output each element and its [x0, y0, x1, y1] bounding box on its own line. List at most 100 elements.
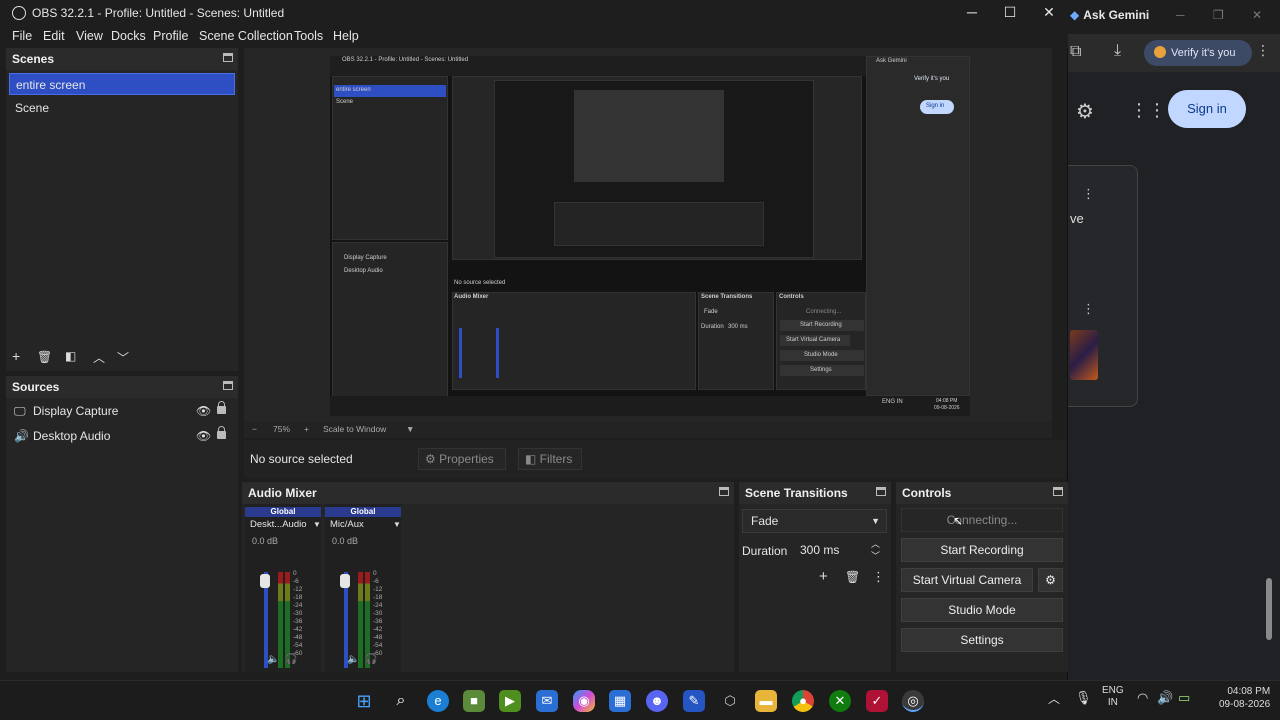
filter-icon[interactable]: ◧: [65, 349, 76, 363]
mute-speaker-icon[interactable]: 🔈: [267, 654, 279, 665]
trash-icon[interactable]: 🗑: [845, 570, 860, 584]
menu-file[interactable]: File: [12, 29, 32, 43]
chevron-down-icon[interactable]: ▼: [313, 520, 321, 529]
channel-group: Global: [325, 507, 401, 517]
headphones-icon[interactable]: 🎧: [365, 654, 377, 665]
dock-undock-icon[interactable]: [1053, 487, 1063, 496]
start-icon[interactable]: ⊞: [353, 690, 375, 712]
browser-minimize-icon[interactable]: ─: [1176, 8, 1185, 22]
trash-icon[interactable]: 🗑: [37, 350, 52, 364]
move-up-icon[interactable]: ︿: [93, 349, 105, 366]
unity-icon[interactable]: ⬡: [719, 690, 741, 712]
minimize-button[interactable]: ─: [957, 4, 987, 20]
nvidia-icon[interactable]: ▶: [499, 690, 521, 712]
outlook-icon[interactable]: ✉: [536, 690, 558, 712]
wifi-icon[interactable]: ◠: [1137, 690, 1148, 706]
chevron-up-icon[interactable]: ︿: [1048, 690, 1060, 707]
duration-spinbox[interactable]: 300 ms ︿ ﹀: [791, 538, 887, 562]
close-button[interactable]: ✕: [1034, 4, 1064, 21]
verify-button[interactable]: Verify it's you: [1144, 40, 1252, 66]
browser-restore-icon[interactable]: ❐: [1213, 8, 1224, 22]
volume-slider-handle[interactable]: [340, 574, 350, 588]
source-desktop-audio[interactable]: 🔊 Desktop Audio 👁: [10, 425, 234, 447]
spin-down-icon[interactable]: ﹀: [871, 545, 880, 567]
headphones-icon[interactable]: 🎧: [285, 654, 297, 665]
preview-canvas[interactable]: OBS 32.2.1 - Profile: Untitled - Scenes:…: [244, 48, 1052, 422]
video-thumbnail[interactable]: [1070, 330, 1098, 380]
discord-icon[interactable]: ☻: [646, 690, 668, 712]
menu-scene-collection[interactable]: Scene Collection: [199, 29, 293, 43]
chevron-down-icon[interactable]: ▼: [406, 424, 414, 434]
dock-undock-icon[interactable]: [223, 53, 233, 62]
menu-view[interactable]: View: [76, 29, 103, 43]
start-recording-button[interactable]: Start Recording: [901, 538, 1063, 562]
file-explorer-icon[interactable]: ▬: [755, 690, 777, 712]
properties-button[interactable]: ⚙ Properties: [418, 448, 506, 470]
channel-buttons: 🔈 🎧: [267, 654, 297, 665]
menu-edit[interactable]: Edit: [43, 29, 65, 43]
chevron-down-icon[interactable]: ▼: [393, 520, 401, 529]
extensions-icon[interactable]: ⧉: [1070, 43, 1081, 61]
volume-icon[interactable]: 🔊: [1157, 690, 1173, 706]
monitor-icon: 🖵: [14, 404, 26, 418]
edge-browser-icon[interactable]: e: [427, 690, 449, 712]
scale-mode-label[interactable]: Scale to Window: [323, 424, 386, 434]
dock-undock-icon[interactable]: [719, 487, 729, 496]
copilot-icon[interactable]: ◉: [573, 690, 595, 712]
lock-icon[interactable]: [217, 401, 226, 414]
chrome-icon[interactable]: ●: [792, 690, 814, 712]
store-icon[interactable]: ▦: [609, 690, 631, 712]
mini-settings: Settings: [810, 367, 832, 373]
scene-item-entire-screen[interactable]: entire screen: [9, 73, 235, 95]
lang-line1: ENG: [1102, 685, 1124, 696]
volume-slider-handle[interactable]: [260, 574, 270, 588]
minecraft-icon[interactable]: ■: [463, 690, 485, 712]
card-menu-icon[interactable]: ⋮: [1082, 186, 1095, 202]
add-icon[interactable]: +: [819, 568, 828, 585]
lock-icon[interactable]: [217, 426, 226, 439]
browser-menu-icon[interactable]: ⋮: [1256, 42, 1270, 59]
browser-close-icon[interactable]: ✕: [1252, 8, 1262, 22]
settings-button[interactable]: Settings: [901, 628, 1063, 652]
connecting-button[interactable]: Connecting...: [901, 508, 1063, 532]
menu-tools[interactable]: Tools: [294, 29, 323, 43]
app-icon[interactable]: ✓: [866, 690, 888, 712]
xbox-icon[interactable]: ✕: [829, 690, 851, 712]
apps-grid-icon[interactable]: ⋮⋮: [1130, 100, 1166, 121]
add-icon[interactable]: +: [12, 348, 20, 364]
maximize-button[interactable]: ☐: [995, 4, 1025, 21]
browser-tab[interactable]: ◆ Ask Gemini: [1070, 8, 1149, 22]
start-virtual-camera-button[interactable]: Start Virtual Camera: [901, 568, 1033, 592]
card-menu-icon-2[interactable]: ⋮: [1082, 301, 1095, 317]
transition-select[interactable]: Fade ▼: [742, 509, 887, 533]
virtual-camera-settings-button[interactable]: ⚙: [1038, 568, 1063, 592]
settings-gear-icon[interactable]: ⚙: [1076, 99, 1094, 124]
mute-speaker-icon[interactable]: 🔈: [347, 654, 359, 665]
sign-in-button[interactable]: Sign in: [1168, 90, 1246, 128]
pen-app-icon[interactable]: ✎: [683, 690, 705, 712]
language-indicator[interactable]: ENG IN: [1102, 685, 1124, 709]
more-options-icon[interactable]: ⋮: [872, 569, 885, 585]
zoom-out-icon[interactable]: −: [252, 424, 257, 434]
menu-docks[interactable]: Docks: [111, 29, 146, 43]
duration-label: Duration: [742, 544, 788, 558]
filters-button[interactable]: ◧ Filters: [518, 448, 582, 470]
microphone-icon[interactable]: 🎙: [1075, 690, 1092, 706]
visibility-eye-icon[interactable]: 👁: [196, 400, 211, 422]
battery-icon[interactable]: ▭: [1178, 690, 1190, 706]
search-icon[interactable]: ⌕: [390, 690, 412, 712]
zoom-in-icon[interactable]: +: [304, 424, 309, 434]
download-icon[interactable]: ⤓: [1114, 42, 1121, 60]
visibility-eye-icon[interactable]: 👁: [196, 425, 211, 447]
obs-taskbar-icon[interactable]: ◎: [902, 690, 924, 712]
dock-undock-icon[interactable]: [876, 487, 886, 496]
browser-scrollbar[interactable]: [1266, 578, 1272, 640]
source-display-capture[interactable]: 🖵 Display Capture 👁: [10, 400, 234, 422]
studio-mode-button[interactable]: Studio Mode: [901, 598, 1063, 622]
move-down-icon[interactable]: ﹀: [117, 349, 129, 366]
clock[interactable]: 04:08 PM 09-08-2026: [1219, 685, 1270, 711]
dock-undock-icon[interactable]: [223, 381, 233, 390]
menu-help[interactable]: Help: [333, 29, 359, 43]
scene-item-scene[interactable]: Scene: [9, 97, 235, 119]
menu-profile[interactable]: Profile: [153, 29, 188, 43]
